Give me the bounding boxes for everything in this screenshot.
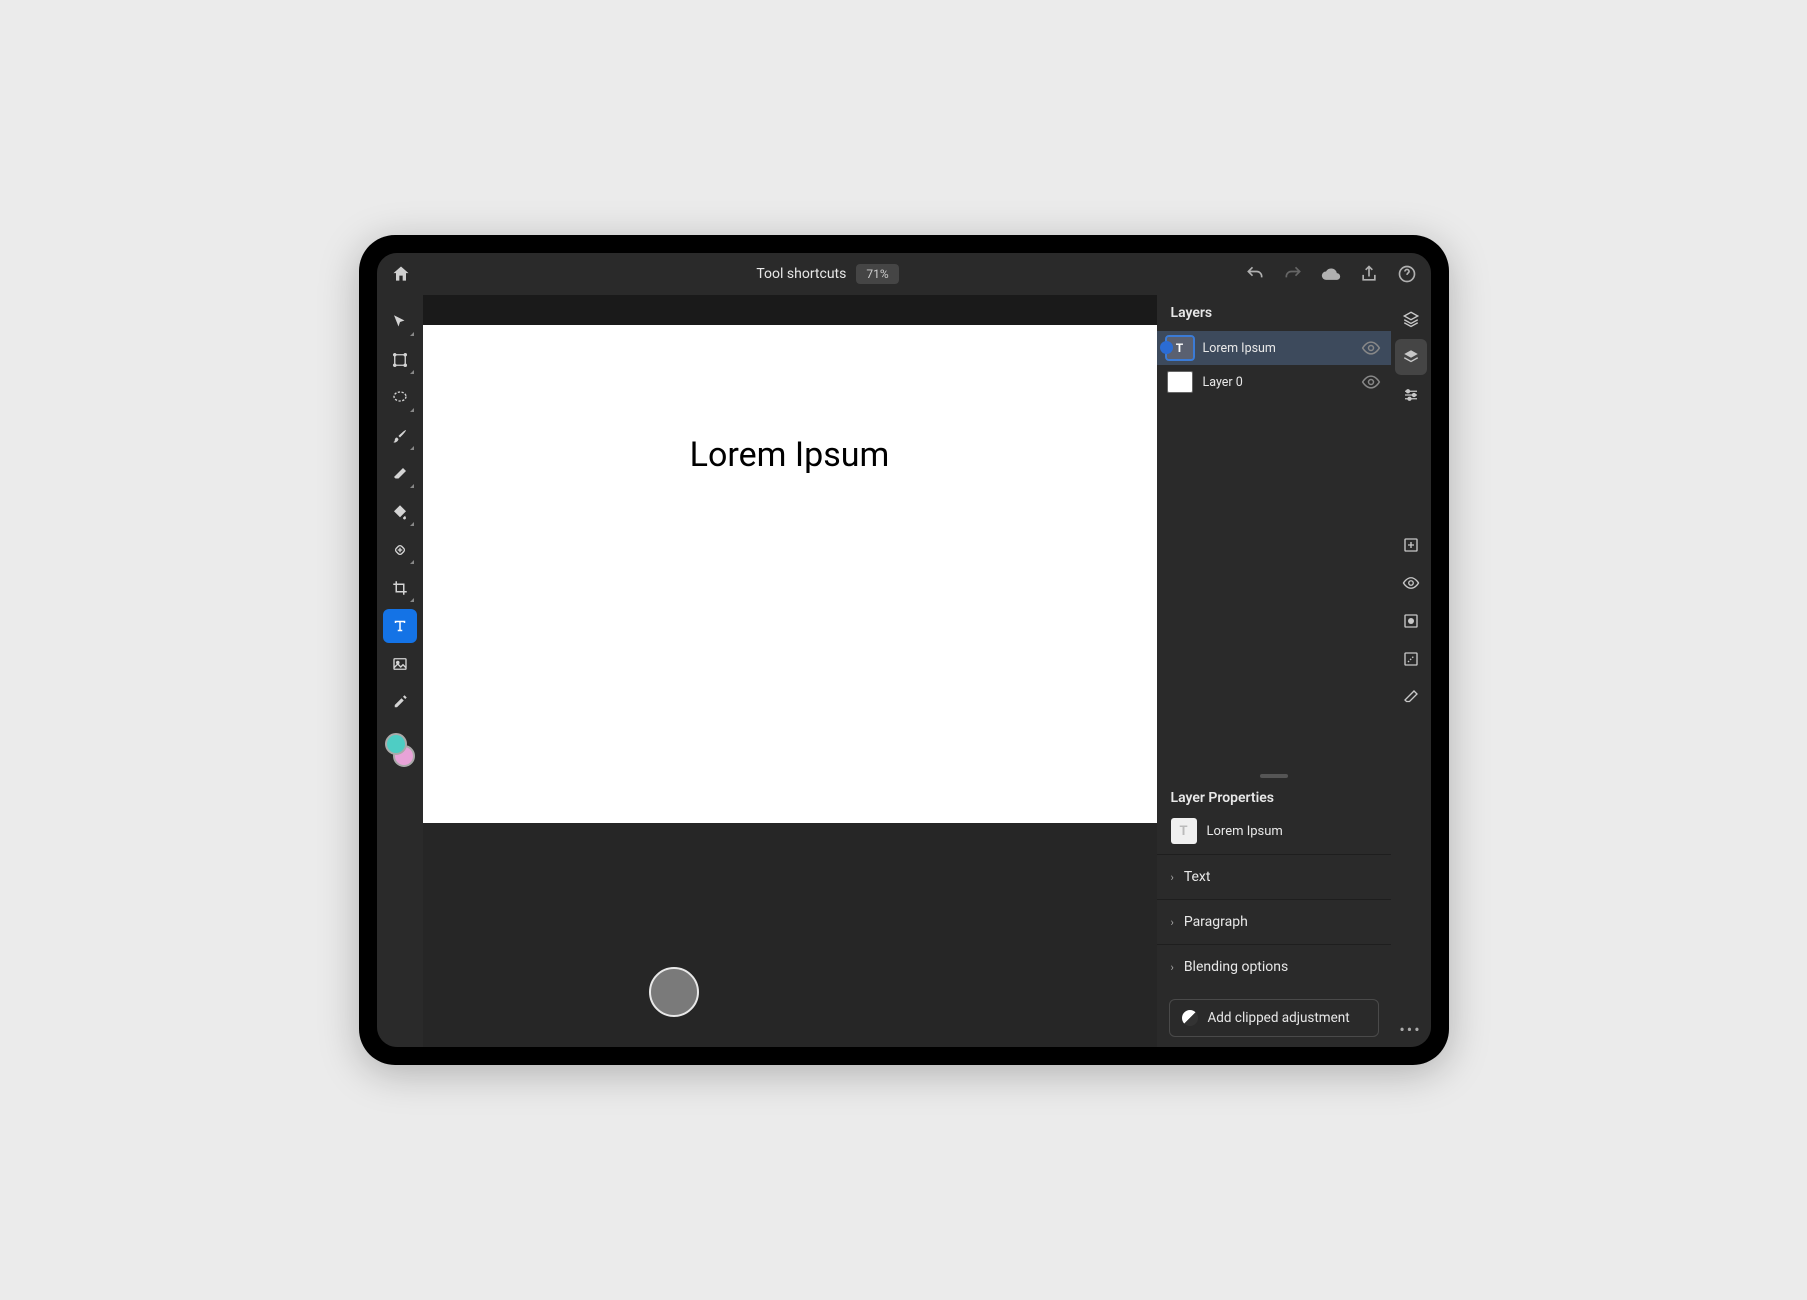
crop-tool[interactable] xyxy=(383,571,417,605)
share-icon[interactable] xyxy=(1359,264,1379,284)
brush-tool[interactable] xyxy=(383,419,417,453)
help-icon[interactable] xyxy=(1397,264,1417,284)
home-icon[interactable] xyxy=(391,264,411,284)
chevron-right-icon: › xyxy=(1171,916,1174,929)
blending-options-section[interactable]: › Blending options xyxy=(1157,944,1391,989)
place-image-tool[interactable] xyxy=(383,647,417,681)
layer-thumbnail-icon xyxy=(1167,371,1193,393)
fill-tool[interactable] xyxy=(383,495,417,529)
text-section[interactable]: › Text xyxy=(1157,854,1391,899)
tablet-frame: Tool shortcuts 71% xyxy=(359,235,1449,1065)
clip-icon[interactable] xyxy=(1395,641,1427,677)
layer-visibility-icon[interactable] xyxy=(1395,565,1427,601)
document-title: Tool shortcuts xyxy=(756,266,846,282)
canvas-area: Lorem Ipsum xyxy=(423,295,1157,1047)
layers-detailed-icon[interactable] xyxy=(1395,339,1427,375)
layer-name: Layer 0 xyxy=(1203,375,1351,390)
visibility-icon[interactable] xyxy=(1361,372,1381,392)
add-clipped-adjustment-button[interactable]: Add clipped adjustment xyxy=(1169,999,1379,1037)
eyedropper-tool[interactable] xyxy=(383,685,417,719)
right-panel: Layers T Lorem Ipsum Layer 0 xyxy=(1157,295,1391,1047)
section-label: Paragraph xyxy=(1184,914,1248,930)
properties-layer-info: T Lorem Ipsum xyxy=(1157,812,1391,854)
canvas-top-strip xyxy=(423,295,1157,325)
layer-row[interactable]: T Lorem Ipsum xyxy=(1157,331,1391,365)
zoom-level[interactable]: 71% xyxy=(856,264,898,284)
layers-panel-title: Layers xyxy=(1157,295,1391,331)
color-swatches[interactable] xyxy=(385,733,415,767)
text-layer-content[interactable]: Lorem Ipsum xyxy=(690,435,890,475)
layers-empty-area xyxy=(1157,399,1391,768)
top-bar: Tool shortcuts 71% xyxy=(377,253,1431,295)
heal-tool[interactable] xyxy=(383,533,417,567)
layer-name: Lorem Ipsum xyxy=(1203,341,1351,356)
type-tool[interactable] xyxy=(383,609,417,643)
properties-layer-name: Lorem Ipsum xyxy=(1207,824,1283,839)
mask-icon[interactable] xyxy=(1395,603,1427,639)
main-area: Lorem Ipsum Layers T Lorem Ipsum xyxy=(377,295,1431,1047)
layer-row[interactable]: Layer 0 xyxy=(1157,365,1391,399)
section-label: Blending options xyxy=(1184,959,1288,975)
visibility-icon[interactable] xyxy=(1361,338,1381,358)
redo-icon[interactable] xyxy=(1283,264,1303,284)
layer-thumbnail-icon: T xyxy=(1167,337,1193,359)
chevron-right-icon: › xyxy=(1171,871,1174,884)
add-layer-icon[interactable] xyxy=(1395,527,1427,563)
properties-panel-title: Layer Properties xyxy=(1157,780,1391,812)
eraser-tool[interactable] xyxy=(383,457,417,491)
touch-shortcut-indicator[interactable] xyxy=(649,967,699,1017)
move-tool[interactable] xyxy=(383,305,417,339)
adjustments-icon[interactable] xyxy=(1395,377,1427,413)
layers-compact-icon[interactable] xyxy=(1395,301,1427,337)
delete-layer-icon[interactable] xyxy=(1395,679,1427,715)
transform-tool[interactable] xyxy=(383,343,417,377)
chevron-right-icon: › xyxy=(1171,961,1174,974)
panel-drag-handle[interactable] xyxy=(1260,774,1288,778)
foreground-color[interactable] xyxy=(385,733,407,755)
paragraph-section[interactable]: › Paragraph xyxy=(1157,899,1391,944)
section-label: Text xyxy=(1184,869,1211,885)
app-screen: Tool shortcuts 71% xyxy=(377,253,1431,1047)
header-center: Tool shortcuts 71% xyxy=(421,264,1235,284)
canvas[interactable]: Lorem Ipsum xyxy=(423,325,1157,823)
add-adjustment-label: Add clipped adjustment xyxy=(1208,1010,1350,1026)
adjustment-icon xyxy=(1182,1010,1198,1026)
properties-thumbnail-icon: T xyxy=(1171,818,1197,844)
cloud-icon[interactable] xyxy=(1321,264,1341,284)
left-toolbar xyxy=(377,295,423,1047)
lasso-tool[interactable] xyxy=(383,381,417,415)
header-right xyxy=(1245,264,1417,284)
undo-icon[interactable] xyxy=(1245,264,1265,284)
right-rail: ••• xyxy=(1391,295,1431,1047)
more-options-icon[interactable]: ••• xyxy=(1395,1011,1427,1047)
